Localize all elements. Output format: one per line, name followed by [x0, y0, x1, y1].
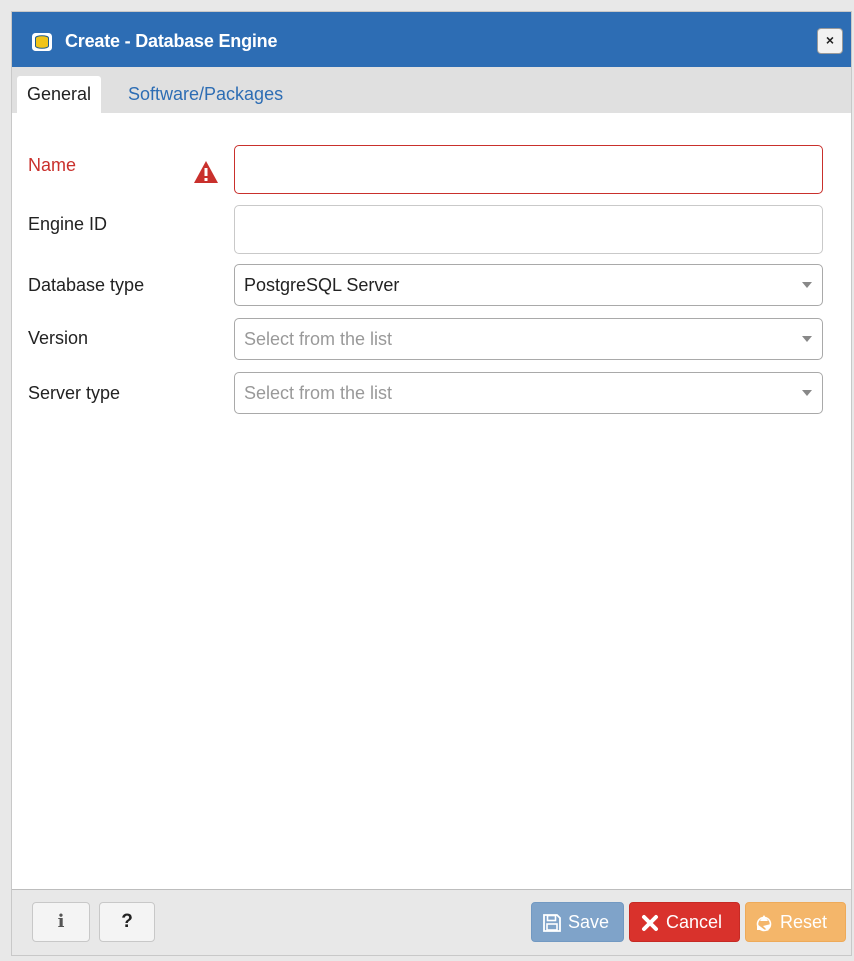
close-button[interactable]: × [817, 28, 843, 54]
name-input[interactable] [234, 145, 823, 194]
dialog-title: Create - Database Engine [65, 31, 278, 51]
database-icon [32, 33, 52, 51]
save-label: Save [568, 912, 610, 932]
help-icon: ? [121, 911, 133, 932]
info-button[interactable]: i [32, 902, 90, 942]
cancel-label: Cancel [666, 912, 723, 932]
version-select[interactable]: Select from the list [234, 318, 823, 360]
chevron-down-icon [802, 390, 812, 396]
reset-button[interactable]: Reset [745, 902, 846, 942]
close-icon: × [825, 32, 835, 48]
create-database-engine-dialog: Create - Database Engine × General Softw… [11, 11, 852, 956]
help-button[interactable]: ? [99, 902, 155, 942]
version-placeholder: Select from the list [244, 329, 393, 349]
engine-id-label: Engine ID [28, 214, 108, 234]
server-type-placeholder: Select from the list [244, 383, 393, 403]
warning-icon [194, 161, 218, 183]
recycle-icon [756, 915, 772, 932]
database-type-select[interactable]: PostgreSQL Server [234, 264, 823, 306]
engine-id-input[interactable] [234, 205, 823, 254]
database-type-value: PostgreSQL Server [244, 275, 400, 295]
tab-general[interactable]: General [17, 76, 102, 113]
dialog-titlebar[interactable]: Create - Database Engine × [12, 12, 851, 67]
tab-bar: General Software/Packages [12, 67, 851, 113]
save-button[interactable]: Save [531, 902, 624, 942]
x-icon [642, 915, 658, 931]
chevron-down-icon [802, 336, 812, 342]
server-type-select[interactable]: Select from the list [234, 372, 823, 414]
cancel-button[interactable]: Cancel [629, 902, 740, 942]
info-icon: i [57, 911, 65, 932]
tab-software-packages[interactable]: Software/Packages [118, 76, 293, 113]
name-label: Name [28, 155, 77, 175]
server-type-label: Server type [28, 383, 121, 403]
version-label: Version [28, 328, 89, 348]
floppy-disk-icon [543, 914, 561, 932]
reset-label: Reset [780, 912, 828, 932]
chevron-down-icon [802, 282, 812, 288]
database-type-label: Database type [28, 275, 145, 295]
dialog-footer: i ? Save Cancel Reset [12, 889, 851, 955]
